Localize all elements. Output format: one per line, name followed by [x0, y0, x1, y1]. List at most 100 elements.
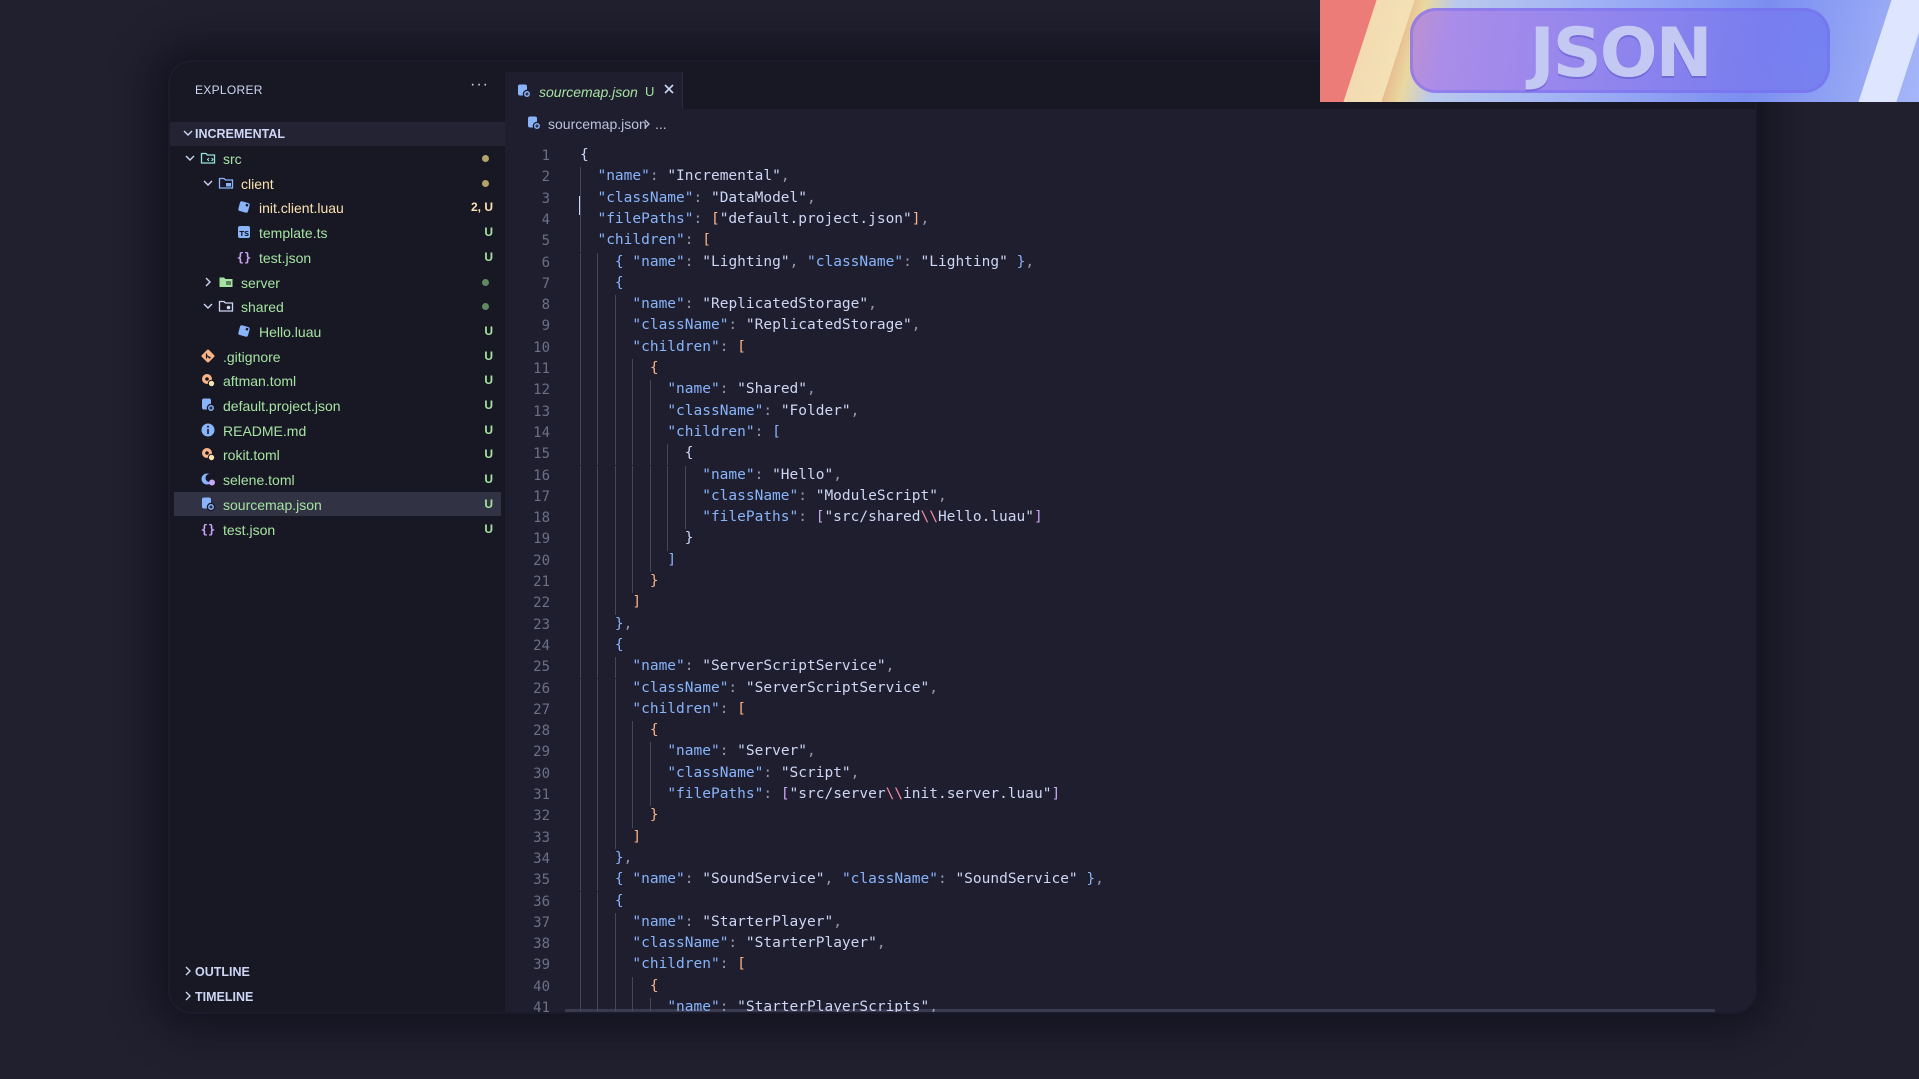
line-number: 32 — [533, 808, 550, 825]
line-number: 26 — [533, 680, 550, 697]
line-number: 17 — [533, 488, 550, 505]
code-line: 35 { "name": "SoundService", "className"… — [505, 870, 1755, 892]
tree-item-label: template.ts — [259, 225, 328, 242]
indent-guide — [597, 912, 599, 935]
code-text: "name": "ReplicatedStorage", — [632, 296, 877, 313]
chevron-right-icon — [644, 119, 650, 129]
indent-guide — [614, 785, 616, 807]
indent-guide — [684, 486, 686, 509]
tree-file-item[interactable]: selene.toml U — [174, 467, 501, 491]
chevron-down-icon[interactable] — [200, 175, 216, 191]
indent-guide — [649, 998, 651, 1012]
indent-guide — [597, 273, 599, 296]
git-status-badge: U — [484, 447, 493, 462]
tree-file-item[interactable]: rokit.toml U — [174, 442, 501, 466]
code-editor[interactable]: 1{2 "name": "Incremental", 3 "className":… — [505, 139, 1755, 1012]
code-line: 24 { — [505, 635, 1755, 658]
tree-file-item[interactable]: TS template.ts U — [174, 220, 501, 244]
tree-file-item[interactable]: README.md U — [174, 418, 501, 442]
chevron-right-icon[interactable] — [200, 274, 216, 290]
tree-file-item[interactable]: sourcemap.json U — [174, 491, 501, 516]
json-badge: JSON — [1320, 0, 1919, 102]
tree-item-label: init.client.luau — [259, 200, 344, 217]
json-braces-icon: {} — [237, 250, 251, 264]
code-line: 17 "className": "ModuleScript", — [505, 486, 1755, 509]
indent-guide — [580, 295, 581, 317]
indent-guide — [597, 955, 599, 977]
code-line: 40 { — [505, 976, 1755, 998]
outline-section-header[interactable]: OUTLINE — [170, 960, 505, 984]
tab-git-status: U — [645, 84, 655, 99]
line-number: 15 — [533, 446, 550, 463]
code-line: 39 "children": [ — [505, 955, 1755, 977]
line-number: 3 — [541, 190, 550, 207]
tree-file-item[interactable]: aftman.toml U — [174, 368, 501, 392]
indent-guide — [580, 976, 581, 998]
tree-folder-shared[interactable]: shared — [174, 294, 501, 318]
indent-guide — [597, 891, 599, 913]
indent-guide — [580, 593, 581, 615]
tree-file-item[interactable]: Hello.luau U — [174, 319, 501, 343]
breadcrumb-symbols[interactable]: ... — [655, 116, 667, 132]
line-number: 41 — [533, 1000, 550, 1012]
chevron-down-icon[interactable] — [200, 298, 216, 314]
indent-guide — [580, 998, 581, 1012]
more-actions-icon[interactable]: ··· — [470, 76, 489, 94]
line-number: 22 — [533, 595, 550, 612]
code-text: "children": [ — [667, 423, 781, 440]
selene-icon — [201, 473, 215, 486]
code-line: 28 { — [505, 721, 1755, 743]
indent-guide — [597, 806, 599, 828]
tree-file-item[interactable]: .gitignore U — [174, 344, 501, 368]
indent-guide — [632, 806, 634, 828]
json-braces-icon: {} — [201, 522, 215, 536]
timeline-label: TIMELINE — [195, 990, 254, 1004]
tree-file-item[interactable]: {} test.json U — [174, 245, 501, 269]
close-icon[interactable] — [660, 80, 678, 98]
tree-folder-src[interactable]: src — [174, 146, 501, 170]
tree-item-label: sourcemap.json — [223, 496, 322, 513]
tree-file-item[interactable]: {} test.json U — [174, 517, 501, 541]
indent-guide — [580, 763, 581, 785]
breadcrumb-file[interactable]: sourcemap.json — [548, 116, 647, 132]
indent-guide — [667, 486, 669, 509]
explorer-title: EXPLORER — [195, 83, 263, 97]
line-number: 13 — [533, 403, 550, 420]
workspace-name: INCREMENTAL — [195, 127, 286, 141]
indent-guide — [597, 785, 599, 807]
chevron-right-icon — [185, 991, 191, 1001]
indent-guide — [614, 657, 616, 679]
code-text: "filePaths": ["default.project.json"], — [597, 210, 930, 227]
tree-file-item[interactable]: init.client.luau 2, U — [174, 195, 501, 219]
code-line: 2 "name": "Incremental", — [505, 167, 1755, 189]
code-text: { "name": "SoundService", "className": "… — [614, 871, 1104, 888]
indent-guide — [667, 508, 669, 530]
timeline-section-header[interactable]: TIMELINE — [170, 985, 505, 1009]
indent-guide — [632, 359, 634, 381]
tree-folder-server[interactable]: server — [174, 270, 501, 294]
indent-guide — [614, 678, 616, 700]
folder-server-icon — [219, 277, 233, 287]
code-text: "className": "StarterPlayer", — [632, 935, 886, 952]
indent-guide — [614, 508, 616, 530]
indent-guide — [580, 337, 581, 359]
indent-guide — [614, 912, 616, 935]
indent-guide — [580, 550, 581, 572]
indent-guide — [597, 657, 599, 679]
indent-guide — [614, 572, 616, 594]
indent-guide — [597, 316, 599, 338]
workspace-section-header[interactable]: INCREMENTAL — [170, 122, 505, 146]
code-text: "filePaths": ["src/server\\init.server.l… — [667, 786, 1061, 802]
chevron-down-icon[interactable] — [182, 150, 198, 166]
code-text: { — [649, 977, 659, 994]
code-line: 36 { — [505, 891, 1755, 913]
git-status-badge: U — [484, 521, 493, 536]
tree-file-item[interactable]: default.project.json U — [174, 393, 501, 417]
tree-folder-client[interactable]: client — [174, 171, 501, 195]
indent-guide — [649, 401, 651, 423]
badge-stripe — [1858, 0, 1919, 102]
indent-guide — [614, 465, 616, 487]
indent-guide — [580, 572, 581, 594]
tab-sourcemap-json[interactable]: sourcemap.json U — [505, 72, 683, 109]
indent-guide — [614, 529, 616, 551]
